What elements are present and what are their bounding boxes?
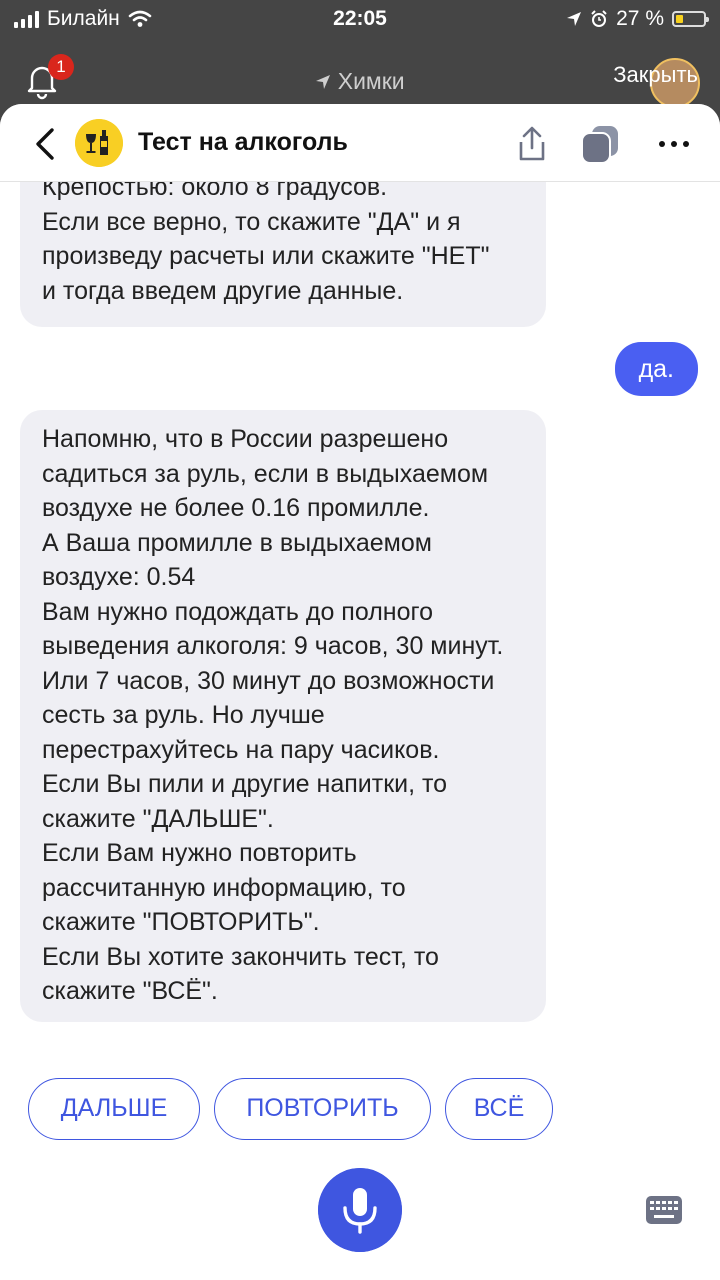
message-line: воздухе: 0.54 [42, 563, 196, 591]
location-arrow-icon [316, 75, 331, 89]
message-line: Если Вы хотите закончить тест, то [42, 942, 439, 971]
chevron-left-icon[interactable] [32, 126, 60, 162]
status-right: 27 % [566, 7, 709, 31]
message-line: А Ваша промилле в выдыхаемом [42, 528, 432, 557]
suggest-repeat-button[interactable]: ПОВТОРИТЬ [214, 1078, 431, 1140]
background-browser-bar: 1 Химки Закрыть [0, 38, 720, 113]
bot-message: Напомню, что в России разрешено садиться… [20, 410, 546, 1022]
message-line: и тогда введем другие данные. [42, 276, 404, 305]
message-line: Если Вы пили и другие напитки, то [42, 770, 448, 798]
message-line: Напомню, что в России разрешено [42, 425, 449, 453]
bot-message: Крепостью: около 8 градусов. Если все ве… [20, 182, 546, 327]
suggest-chips: ДАЛЬШЕ ПОВТОРИТЬ ВСЁ [0, 1078, 720, 1142]
keyboard-icon[interactable] [646, 1196, 682, 1224]
skill-sheet: Тест на алкоголь Крепостью: около 8 град… [0, 104, 720, 1280]
user-message: да. [614, 342, 698, 396]
message-line: произведу расчеты или скажите "НЕТ" [42, 242, 490, 270]
current-city[interactable]: Химки [0, 68, 720, 95]
message-line: сесть за руль. Но лучше [42, 701, 325, 729]
copy-icon[interactable] [578, 122, 624, 166]
share-icon[interactable] [512, 124, 552, 164]
message-line: Если Вам нужно повторить [42, 839, 357, 867]
message-line: рассчитанную информацию, то [42, 873, 406, 902]
microphone-icon[interactable] [318, 1168, 402, 1252]
message-line: скажите "ДАЛЬШЕ". [42, 804, 274, 833]
close-button[interactable]: Закрыть [613, 62, 698, 88]
battery-fill [676, 15, 683, 23]
message-line: садиться за руль, если в выдыхаемом [42, 459, 489, 488]
suggest-next-button[interactable]: ДАЛЬШЕ [28, 1078, 200, 1140]
alarm-icon [591, 10, 607, 27]
message-line: Или 7 часов, 30 минут до возможности [42, 666, 495, 695]
location-arrow-icon [567, 12, 582, 26]
chat-history[interactable]: Крепостью: около 8 градусов. Если все ве… [0, 182, 720, 1042]
status-bar: Билайн 22:05 27 % [0, 0, 720, 38]
more-icon[interactable] [654, 124, 694, 164]
suggest-finish-button[interactable]: ВСЁ [445, 1078, 553, 1140]
page-title: Тест на алкоголь [138, 128, 348, 156]
message-line: Вам нужно подождать до полного [42, 597, 433, 626]
message-line: Если все верно, то скажите "ДА" и я [42, 207, 461, 236]
message-line: скажите "ПОВТОРИТЬ". [42, 908, 320, 936]
skill-header: Тест на алкоголь [0, 104, 720, 182]
message-line: перестрахуйтесь на пару часиков. [42, 735, 440, 764]
city-label: Химки [337, 68, 405, 94]
message-line: Крепостью: около 8 градусов. [42, 182, 388, 201]
message-line: воздухе не более 0.16 промилле. [42, 494, 430, 522]
message-line: выведения алкоголя: 9 часов, 30 минут. [42, 632, 504, 660]
battery-percent: 27 % [616, 7, 664, 30]
battery-icon [672, 11, 709, 27]
message-line: скажите "ВСЁ". [42, 977, 218, 1005]
skill-logo-icon [75, 119, 123, 167]
